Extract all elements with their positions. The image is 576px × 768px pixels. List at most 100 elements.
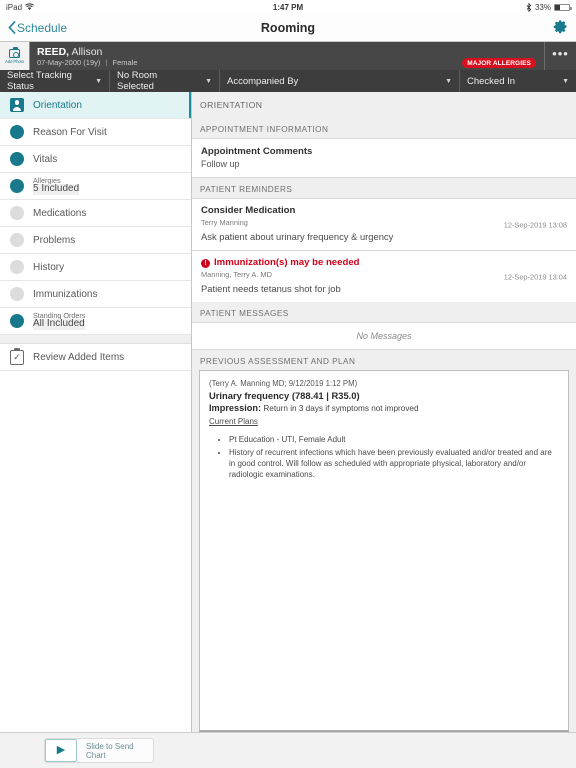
status-bar-right: 33% <box>526 2 572 12</box>
sidebar-item-medications[interactable]: Medications <box>0 200 191 227</box>
reminder-timestamp: 12-Sep-2019 13:08 <box>503 220 567 229</box>
chevron-down-icon: ▼ <box>205 77 212 85</box>
sidebar-item-sublabel: 5 Included <box>33 184 80 196</box>
clipboard-check-icon: ✓ <box>10 348 24 365</box>
device-label: iPad <box>6 2 23 12</box>
slide-handle[interactable]: ▶ <box>45 739 77 762</box>
sidebar-item-standing-orders[interactable]: Standing Orders All Included <box>0 308 191 335</box>
status-badge-major-allergies[interactable]: MAJOR ALLERGIES <box>462 58 536 68</box>
reminder-title: ! Immunization(s) may be needed <box>201 257 567 269</box>
sidebar-item-label: Orientation <box>33 99 82 111</box>
sidebar-item-label-group: Standing Orders All Included <box>33 310 86 331</box>
assessment-meta: (Terry A. Manning MD; 9/12/2019 1:12 PM) <box>209 379 358 388</box>
add-photo-button[interactable]: Add Photo <box>0 42 30 70</box>
status-dot-empty-icon <box>10 287 24 301</box>
add-photo-label: Add Photo <box>5 58 24 64</box>
sidebar-item-label: Standing Orders <box>33 310 86 320</box>
reminder-row[interactable]: ! Immunization(s) may be needed Manning,… <box>192 250 576 302</box>
sidebar-item-label: History <box>33 261 65 273</box>
status-dot-empty-icon <box>10 260 24 274</box>
appointment-comments-body: Follow up <box>201 159 240 169</box>
sidebar-item-problems[interactable]: Problems <box>0 227 191 254</box>
navigation-bar: Schedule Rooming <box>0 14 576 42</box>
patient-first-name: Allison <box>71 46 103 58</box>
patient-header-right: MAJOR ALLERGIES <box>462 42 544 70</box>
sidebar-item-reason-for-visit[interactable]: Reason For Visit <box>0 119 191 146</box>
gear-icon[interactable] <box>553 19 568 37</box>
impression-text: Return in 3 days if symptoms not improve… <box>263 404 419 413</box>
patient-reminders-label: PATIENT REMINDERS <box>192 178 576 198</box>
sidebar-item-label: Vitals <box>33 153 58 165</box>
slide-to-send-chart-label: Slide to Send Chart <box>86 741 134 760</box>
patient-name: REED, Allison <box>37 46 138 58</box>
reminder-row[interactable]: Consider Medication Terry Manning Ask pa… <box>192 198 576 250</box>
chevron-down-icon: ▼ <box>445 77 452 85</box>
appointment-comments-card[interactable]: Appointment Comments Follow up <box>192 138 576 178</box>
patient-demographics: 07-May-2000 (19y) | Female <box>37 58 138 68</box>
ios-status-bar: iPad 1:47 PM 33% <box>0 0 576 14</box>
sidebar-item-immunizations[interactable]: Immunizations <box>0 281 191 308</box>
status-dot-filled-icon <box>10 125 24 139</box>
sidebar-item-review-added-items[interactable]: ✓ Review Added Items <box>0 344 191 371</box>
battery-percent-label: 33% <box>534 2 551 12</box>
status-dot-filled-icon <box>10 152 24 166</box>
reminder-text: Patient needs tetanus shot for job <box>201 283 341 294</box>
sidebar-item-label: Problems <box>33 234 76 246</box>
sidebar-item-label: Medications <box>33 207 87 219</box>
patient-header: Add Photo REED, Allison 07-May-2000 (19y… <box>0 42 576 70</box>
accompanied-by-dropdown[interactable]: Accompanied By ▼ <box>220 70 460 92</box>
sidebar-item-orientation[interactable]: Orientation <box>0 92 191 119</box>
sidebar-item-allergies[interactable]: Allergies 5 Included <box>0 173 191 200</box>
reminder-title-text: Immunization(s) may be needed <box>214 257 360 268</box>
checked-in-dropdown[interactable]: Checked In ▼ <box>460 70 576 92</box>
more-options-icon[interactable]: ••• <box>544 42 576 70</box>
orientation-header: ORIENTATION <box>192 92 576 118</box>
previous-assessment-label: PREVIOUS ASSESSMENT AND PLAN <box>192 350 576 370</box>
tracking-status-dropdown[interactable]: Select Tracking Status ▼ <box>0 70 110 92</box>
reminder-timestamp: 12-Sep-2019 13:04 <box>503 272 567 281</box>
checked-in-value: Checked In <box>467 75 516 87</box>
room-dropdown[interactable]: No Room Selected ▼ <box>110 70 220 92</box>
camera-icon <box>9 47 20 58</box>
sidebar-item-vitals[interactable]: Vitals <box>0 146 191 173</box>
patient-dob: 07-May-2000 (19y) <box>37 58 101 67</box>
body: Orientation Reason For Visit Vitals Alle… <box>0 92 576 732</box>
list-item: History of recurrent infections which ha… <box>229 447 559 480</box>
sidebar-item-label: Allergies <box>33 175 61 185</box>
sidebar-item-sublabel: All Included <box>33 319 86 331</box>
room-value: No Room Selected <box>117 70 158 92</box>
current-plans-link[interactable]: Current Plans <box>209 415 559 428</box>
list-item: Pt Education - UTI, Female Adult <box>229 434 559 445</box>
impression-label: Impression: <box>209 403 262 413</box>
orientation-panel: ORIENTATION APPOINTMENT INFORMATION Appo… <box>192 92 576 732</box>
sidebar-item-label: Immunizations <box>33 288 98 300</box>
back-to-schedule-button[interactable]: Schedule <box>8 21 67 35</box>
back-label: Schedule <box>17 20 68 35</box>
assessment-diagnosis: Urinary frequency (788.41 | R35.0) <box>209 390 360 401</box>
visit-toolbar: Select Tracking Status ▼ No Room Selecte… <box>0 70 576 92</box>
chevron-down-icon: ▼ <box>562 77 569 85</box>
alert-icon: ! <box>201 258 210 268</box>
reminder-text: Ask patient about urinary frequency & ur… <box>201 231 394 242</box>
sidebar-filler <box>0 371 191 732</box>
demographics-separator: | <box>105 58 108 67</box>
assessment-plan-panel[interactable]: (Terry A. Manning MD; 9/12/2019 1:12 PM)… <box>199 370 569 732</box>
tracking-status-value: Select Tracking Status <box>7 70 72 92</box>
chevron-left-icon <box>8 21 16 34</box>
status-bar-clock: 1:47 PM <box>272 2 304 12</box>
appointment-comments-title: Appointment Comments <box>201 146 313 157</box>
patient-identity[interactable]: REED, Allison 07-May-2000 (19y) | Female <box>30 42 138 70</box>
status-bar-left: iPad <box>6 3 34 12</box>
appointment-information-label: APPOINTMENT INFORMATION <box>192 118 576 138</box>
sidebar-item-history[interactable]: History <box>0 254 191 281</box>
gear-icon-svg <box>553 19 567 33</box>
reminder-title: Consider Medication <box>201 205 296 216</box>
patient-messages-label: PATIENT MESSAGES <box>192 302 576 322</box>
rooming-sidebar: Orientation Reason For Visit Vitals Alle… <box>0 92 192 732</box>
slide-to-send-chart-control[interactable]: ▶ Slide to Send Chart <box>44 738 154 763</box>
sidebar-item-label: Reason For Visit <box>33 126 107 138</box>
sidebar-item-label-group: Allergies 5 Included <box>33 175 80 196</box>
person-badge-icon <box>10 98 24 112</box>
status-dot-filled-icon <box>10 314 24 328</box>
status-dot-empty-icon <box>10 233 24 247</box>
